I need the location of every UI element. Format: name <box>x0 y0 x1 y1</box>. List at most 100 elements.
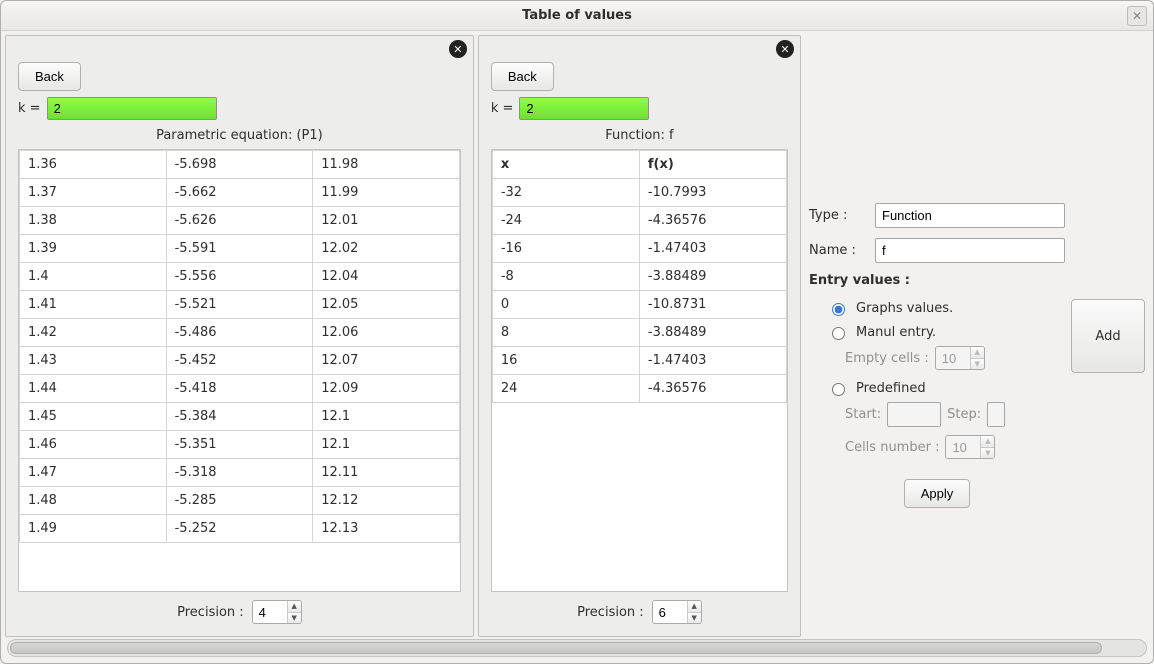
table-row[interactable]: 1.36-5.69811.98 <box>20 151 460 179</box>
parametric-table-scroll[interactable]: 1.36-5.69811.981.37-5.66211.991.38-5.626… <box>18 149 461 592</box>
spinner-down-icon[interactable]: ▼ <box>688 613 701 624</box>
table-row[interactable]: 1.48-5.28512.12 <box>20 487 460 515</box>
precision-spinner[interactable]: ▲ ▼ <box>252 600 302 624</box>
table-cell: -5.318 <box>166 459 313 487</box>
step-label: Step: <box>947 407 981 422</box>
spinner-down-icon[interactable]: ▼ <box>288 613 301 624</box>
table-cell: 8 <box>492 319 639 347</box>
table-cell: -5.591 <box>166 235 313 263</box>
table-cell: -5.626 <box>166 207 313 235</box>
radio-manual-label: Manul entry. <box>856 325 936 340</box>
table-cell: 12.06 <box>313 319 460 347</box>
table-cell: -5.662 <box>166 179 313 207</box>
table-row[interactable]: 1.41-5.52112.05 <box>20 291 460 319</box>
table-row[interactable]: 24-4.36576 <box>492 375 786 403</box>
table-row[interactable]: 1.47-5.31812.11 <box>20 459 460 487</box>
k-label: k = <box>18 101 41 116</box>
entry-values-label: Entry values : <box>809 273 1065 288</box>
add-button[interactable]: Add <box>1071 299 1145 373</box>
table-cell: -1.47403 <box>639 347 786 375</box>
scrollbar-thumb[interactable] <box>10 642 1102 654</box>
table-row[interactable]: 1.4-5.55612.04 <box>20 263 460 291</box>
table-cell: 12.04 <box>313 263 460 291</box>
table-cell: 12.1 <box>313 403 460 431</box>
function-table-scroll[interactable]: xf(x) -32-10.7993-24-4.36576-16-1.47403-… <box>491 149 788 592</box>
spinner-up-icon[interactable]: ▲ <box>288 601 301 613</box>
horizontal-scrollbar[interactable] <box>7 639 1147 657</box>
back-button[interactable]: Back <box>18 62 81 91</box>
table-row[interactable]: 1.44-5.41812.09 <box>20 375 460 403</box>
radio-manual-entry[interactable] <box>832 327 845 340</box>
table-cell: 1.48 <box>20 487 167 515</box>
table-cell: -24 <box>492 207 639 235</box>
table-cell: 11.98 <box>313 151 460 179</box>
table-row[interactable]: 1.39-5.59112.02 <box>20 235 460 263</box>
table-cell: 1.46 <box>20 431 167 459</box>
table-row[interactable]: 1.46-5.35112.1 <box>20 431 460 459</box>
cells-number-input <box>946 436 980 458</box>
table-cell: -4.36576 <box>639 207 786 235</box>
name-input[interactable] <box>875 238 1065 263</box>
table-header: x <box>492 151 639 179</box>
table-cell: -3.88489 <box>639 319 786 347</box>
precision-spinner[interactable]: ▲ ▼ <box>652 600 702 624</box>
table-row[interactable]: -32-10.7993 <box>492 179 786 207</box>
table-cell: 1.47 <box>20 459 167 487</box>
table-row[interactable]: -16-1.47403 <box>492 235 786 263</box>
cells-number-label: Cells number : <box>845 440 939 455</box>
panel-close-button[interactable]: ✕ <box>449 40 467 58</box>
type-label: Type : <box>809 208 867 223</box>
window-close-button[interactable]: ✕ <box>1127 6 1147 26</box>
table-cell: -5.486 <box>166 319 313 347</box>
k-input[interactable] <box>47 97 217 120</box>
table-cell: -5.252 <box>166 515 313 543</box>
table-row[interactable]: 1.42-5.48612.06 <box>20 319 460 347</box>
radio-graphs-values[interactable] <box>832 303 845 316</box>
type-select[interactable] <box>875 203 1065 228</box>
add-button-label: Add <box>1095 329 1120 344</box>
precision-input[interactable] <box>253 601 287 623</box>
table-cell: -10.8731 <box>639 291 786 319</box>
name-label: Name : <box>809 243 867 258</box>
radio-predefined-label: Predefined <box>856 381 926 396</box>
panel-close-button[interactable]: ✕ <box>776 40 794 58</box>
form-area: Type : Name : Entry values : Graphs valu… <box>809 43 1065 629</box>
precision-input[interactable] <box>653 601 687 623</box>
table-cell: 1.36 <box>20 151 167 179</box>
table-row[interactable]: 16-1.47403 <box>492 347 786 375</box>
table-row[interactable]: 8-3.88489 <box>492 319 786 347</box>
table-cell: -4.36576 <box>639 375 786 403</box>
function-table: xf(x) -32-10.7993-24-4.36576-16-1.47403-… <box>492 150 787 403</box>
close-icon: ✕ <box>780 43 789 56</box>
table-row[interactable]: 1.49-5.25212.13 <box>20 515 460 543</box>
table-row[interactable]: 1.38-5.62612.01 <box>20 207 460 235</box>
table-cell: 1.42 <box>20 319 167 347</box>
table-cell: -32 <box>492 179 639 207</box>
table-cell: -5.384 <box>166 403 313 431</box>
content-area: ✕ Back k = Parametric equation: (P1) 1.3… <box>1 31 1153 637</box>
table-cell: 12.02 <box>313 235 460 263</box>
k-label: k = <box>491 101 514 116</box>
table-row[interactable]: 1.37-5.66211.99 <box>20 179 460 207</box>
function-panel: ✕ Back k = Function: f xf(x) -32-10.7993… <box>478 35 801 637</box>
step-input <box>987 402 1005 427</box>
spinner-up-icon[interactable]: ▲ <box>688 601 701 613</box>
table-cell: 12.09 <box>313 375 460 403</box>
table-row[interactable]: 1.45-5.38412.1 <box>20 403 460 431</box>
empty-cells-input <box>936 347 970 369</box>
table-cell: 1.37 <box>20 179 167 207</box>
table-row[interactable]: -24-4.36576 <box>492 207 786 235</box>
table-row[interactable]: 1.43-5.45212.07 <box>20 347 460 375</box>
table-cell: -3.88489 <box>639 263 786 291</box>
table-cell: 12.13 <box>313 515 460 543</box>
panel-heading: Function: f <box>491 128 788 143</box>
table-row[interactable]: 0-10.8731 <box>492 291 786 319</box>
radio-predefined[interactable] <box>832 383 845 396</box>
k-input[interactable] <box>519 97 649 120</box>
table-cell: 0 <box>492 291 639 319</box>
table-cell: -10.7993 <box>639 179 786 207</box>
back-button[interactable]: Back <box>491 62 554 91</box>
apply-button[interactable]: Apply <box>904 479 971 508</box>
table-cell: 12.01 <box>313 207 460 235</box>
table-row[interactable]: -8-3.88489 <box>492 263 786 291</box>
